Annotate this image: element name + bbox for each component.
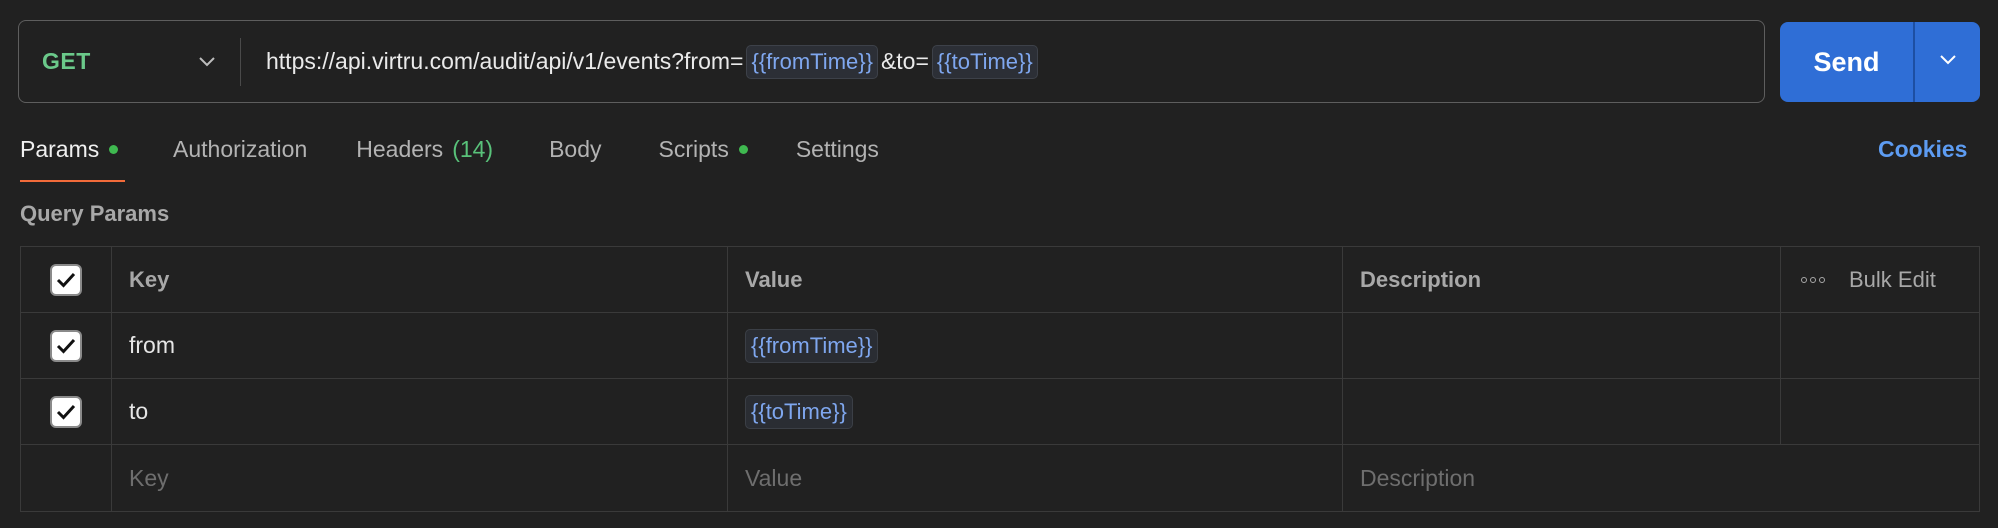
send-button[interactable]: Send	[1780, 22, 1913, 102]
row-checkbox-cell	[21, 379, 112, 444]
tab-label: Authorization	[173, 136, 308, 162]
send-options-button[interactable]	[1915, 22, 1980, 102]
table-row: from {{fromTime}}	[21, 313, 1979, 379]
status-dot	[109, 145, 119, 154]
url-variable-from[interactable]: {{fromTime}}	[746, 44, 878, 79]
url-mid: &to=	[880, 48, 929, 74]
param-description[interactable]	[1343, 379, 1781, 444]
row-spacer	[1781, 379, 1981, 444]
bulk-edit-button[interactable]: Bulk Edit	[1849, 267, 1936, 293]
method-select[interactable]: GET	[19, 21, 240, 102]
url-variable-to[interactable]: {{toTime}}	[931, 44, 1038, 79]
row-checkbox-cell	[21, 445, 112, 511]
chevron-down-icon	[198, 56, 216, 68]
table-row-empty: Key Value Description	[21, 445, 1979, 511]
tab-label: Params	[20, 136, 100, 162]
tab-label: Headers	[356, 136, 444, 162]
chevron-down-icon	[1939, 53, 1957, 71]
param-key[interactable]: from	[112, 313, 728, 378]
url-input[interactable]: https://api.virtru.com/audit/api/v1/even…	[241, 21, 1764, 102]
tab-label: Body	[549, 136, 602, 162]
param-key[interactable]: to	[112, 379, 728, 444]
value-input[interactable]: Value	[728, 445, 1343, 511]
request-tabs: Params Authorization Headers (14) Body S…	[20, 128, 879, 182]
param-value-variable[interactable]: {{toTime}}	[745, 394, 853, 429]
column-header-key: Key	[112, 247, 728, 312]
param-value-cell[interactable]: {{toTime}}	[728, 379, 1343, 444]
row-checkbox[interactable]	[50, 329, 82, 362]
tab-settings[interactable]: Settings	[796, 128, 879, 182]
more-options-icon[interactable]	[1801, 276, 1825, 283]
checkmark-icon	[56, 404, 76, 420]
param-value-variable[interactable]: {{fromTime}}	[745, 328, 879, 363]
headers-count: (14)	[452, 136, 494, 162]
tab-params[interactable]: Params	[20, 128, 125, 182]
row-checkbox-cell	[21, 313, 112, 378]
bulk-edit-cell: Bulk Edit	[1781, 247, 1981, 312]
checkmark-icon	[56, 272, 76, 288]
send-button-group: Send	[1780, 22, 1980, 102]
param-value-cell[interactable]: {{fromTime}}	[728, 313, 1343, 378]
table-header-row: Key Value Description Bulk Edit	[21, 247, 1979, 313]
checkmark-icon	[56, 338, 76, 354]
row-checkbox[interactable]	[50, 395, 82, 428]
request-editor: GET https://api.virtru.com/audit/api/v1/…	[0, 0, 1998, 528]
table-row: to {{toTime}}	[21, 379, 1979, 445]
status-dot	[738, 145, 748, 154]
tab-label: Scripts	[658, 136, 729, 162]
select-all-checkbox[interactable]	[50, 263, 82, 296]
tab-headers[interactable]: Headers (14)	[356, 128, 493, 182]
section-title: Query Params	[20, 201, 170, 226]
row-spacer	[1781, 313, 1981, 378]
tab-body[interactable]: Body	[549, 128, 601, 182]
param-description[interactable]	[1343, 313, 1781, 378]
cookies-link[interactable]: Cookies	[1878, 136, 1967, 163]
query-params-table: Key Value Description Bulk Edit from {{f…	[20, 246, 1980, 512]
tab-scripts[interactable]: Scripts	[659, 128, 748, 182]
url-bar: GET https://api.virtru.com/audit/api/v1/…	[18, 20, 1765, 103]
column-header-description: Description	[1343, 247, 1781, 312]
select-all-cell	[21, 247, 112, 312]
description-input[interactable]: Description	[1343, 445, 1781, 511]
tab-authorization[interactable]: Authorization	[173, 128, 307, 182]
key-input[interactable]: Key	[112, 445, 728, 511]
column-header-value: Value	[728, 247, 1343, 312]
tab-label: Settings	[795, 136, 879, 162]
url-prefix: https://api.virtru.com/audit/api/v1/even…	[266, 48, 744, 74]
method-label: GET	[42, 48, 91, 74]
